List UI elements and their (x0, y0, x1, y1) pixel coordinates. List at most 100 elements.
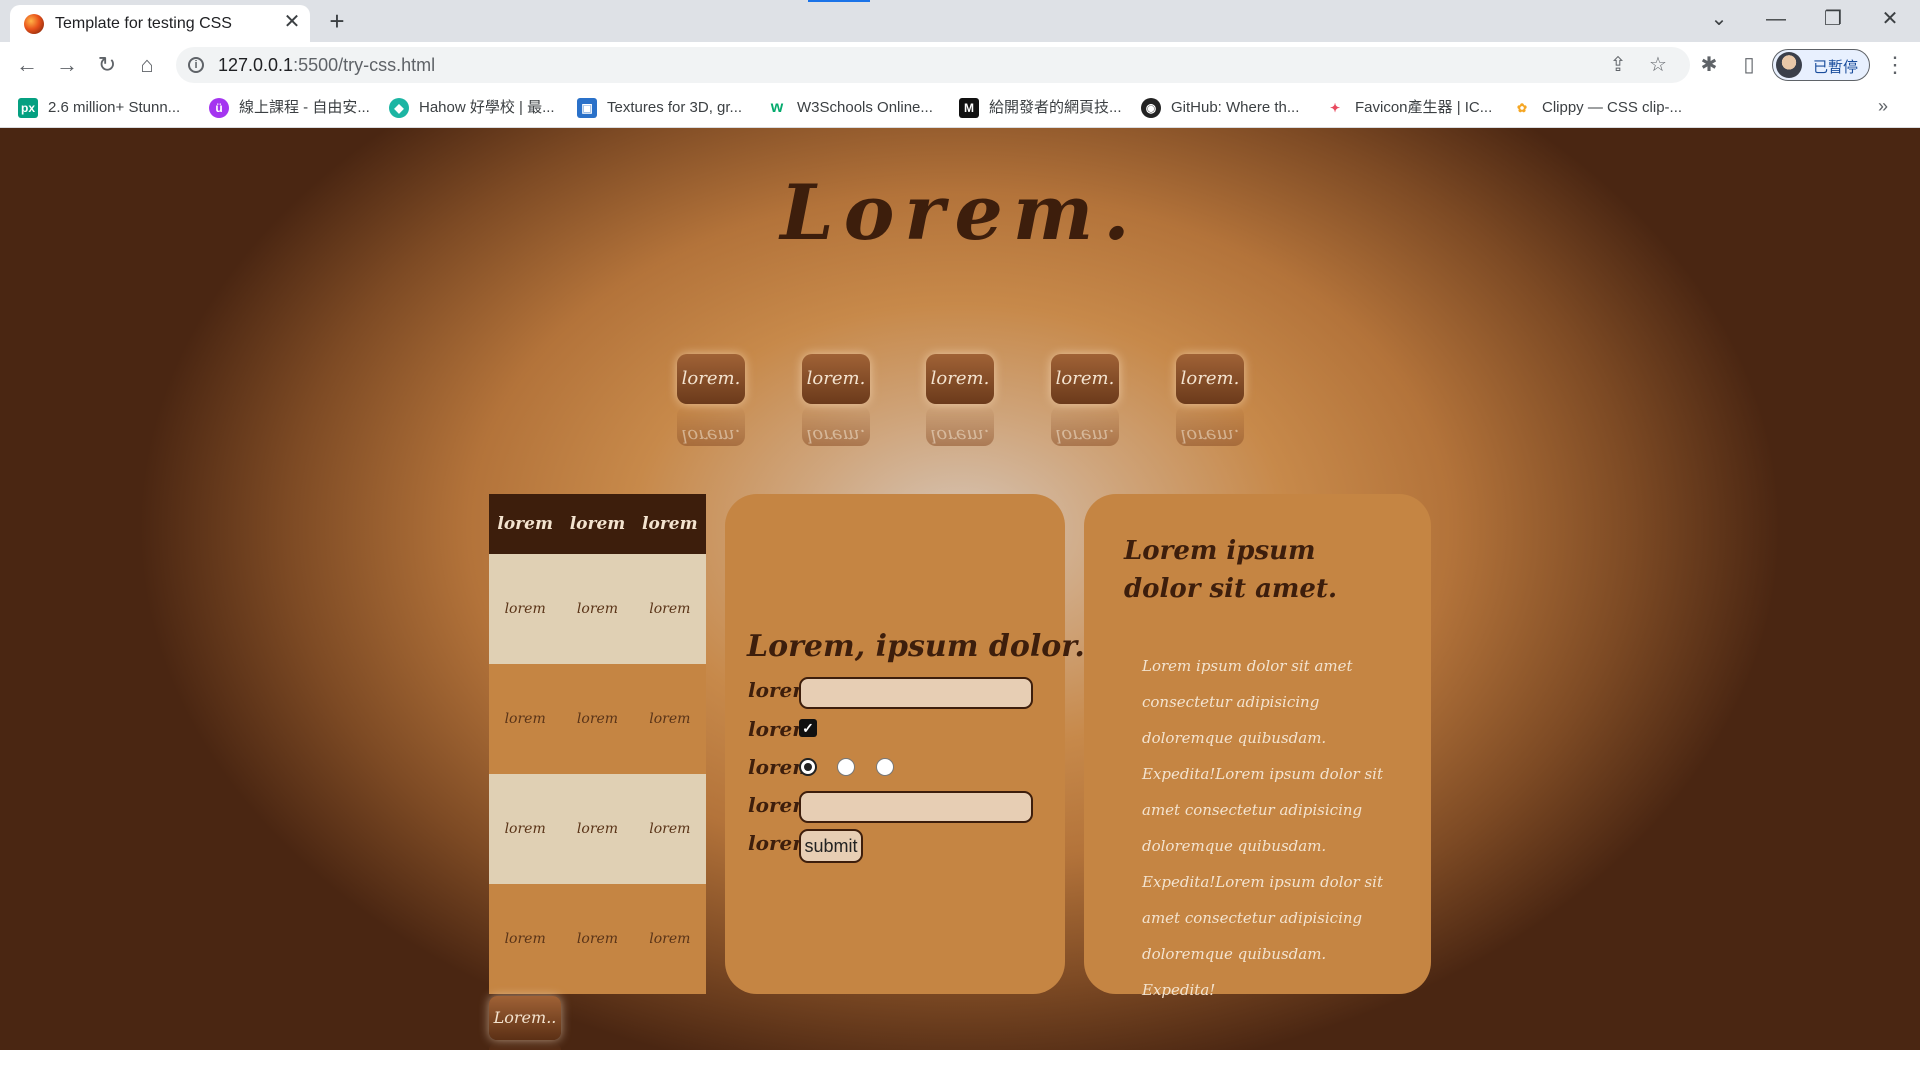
tab-title: Template for testing CSS (55, 15, 232, 32)
profile-status: 已暫停 (1813, 59, 1859, 76)
profile-button[interactable]: 已暫停 (1772, 49, 1870, 81)
bookmark-item[interactable]: ◉ GitHub: Where th... (1141, 96, 1299, 120)
table-cell: lorem (633, 664, 706, 774)
bookmark-label: Favicon產生器 | IC... (1355, 99, 1493, 116)
mdn-icon: M (959, 98, 979, 119)
bookmark-item[interactable]: ▣ Textures for 3D, gr... (577, 96, 742, 120)
table-cell: lorem (561, 664, 634, 774)
bookmark-label: Hahow 好學校 | 最... (419, 99, 555, 116)
new-tab-button[interactable]: + (322, 6, 352, 36)
page-title: Lorem. (780, 168, 1140, 257)
radio-option-2[interactable] (837, 758, 855, 776)
bookmark-item[interactable]: ✦ Favicon產生器 | IC... (1325, 96, 1492, 120)
more-bookmarks-icon[interactable]: » (1878, 96, 1888, 117)
restore-button[interactable]: ❐ (1813, 4, 1853, 34)
site-info-icon[interactable]: i (188, 57, 204, 73)
radio-option-3[interactable] (876, 758, 894, 776)
text-input-1[interactable] (799, 677, 1033, 709)
tab-search-icon[interactable]: ⌄ (1699, 4, 1739, 34)
extensions-icon[interactable]: ✱ (1694, 50, 1724, 80)
text-card-body: Lorem ipsum dolor sit amet consectetur a… (1142, 657, 1383, 999)
url-host: 127.0.0.1 (218, 55, 294, 75)
table-header-row: lorem lorem lorem (489, 494, 706, 554)
table-row: lorem lorem lorem (489, 554, 706, 664)
loading-indicator (808, 0, 870, 2)
close-window-button[interactable]: ✕ (1870, 4, 1910, 34)
menu-icon[interactable]: ⋮ (1880, 50, 1910, 80)
side-panel-icon[interactable]: ▯ (1734, 50, 1764, 80)
github-icon: ◉ (1141, 98, 1161, 119)
nav-button-4[interactable]: lorem. (1051, 354, 1119, 404)
avatar (1776, 52, 1802, 78)
table-cell: lorem (489, 664, 562, 774)
bookmark-item[interactable]: ✿ Clippy — CSS clip-... (1512, 96, 1682, 120)
bookmark-item[interactable]: ◆ Hahow 好學校 | 最... (389, 96, 555, 120)
clippy-icon: ✿ (1512, 98, 1532, 119)
bookmark-star-icon[interactable]: ☆ (1646, 53, 1670, 77)
bookmark-label: 線上課程 - 自由安... (239, 99, 370, 116)
page-viewport: Lorem. lorem. lorem. lorem. lorem. lorem… (0, 128, 1920, 1080)
nav-button-1[interactable]: lorem. (677, 354, 745, 404)
back-arrow-icon[interactable]: ← (12, 50, 42, 80)
home-icon[interactable]: ⌂ (132, 50, 162, 80)
bookmarks-bar: px 2.6 million+ Stunn... ü 線上課程 - 自由安... ◆… (0, 88, 1920, 128)
data-table: lorem lorem lorem lorem lorem lorem lore… (489, 494, 706, 994)
table-cell: lorem (633, 884, 706, 994)
table-cell: lorem (561, 554, 634, 664)
back-button[interactable]: Lorem.. (489, 996, 561, 1040)
bookmark-item[interactable]: px 2.6 million+ Stunn... (18, 96, 180, 120)
nav-button-reflection: lorem. (1176, 406, 1244, 446)
nav-button-2[interactable]: lorem. (802, 354, 870, 404)
nav-button-5[interactable]: lorem. (1176, 354, 1244, 404)
table-cell: lorem (561, 884, 634, 994)
bookmark-label: W3Schools Online... (797, 99, 933, 116)
table-cell: lorem (489, 774, 562, 884)
address-bar[interactable]: i 127.0.0.1:5500/try-css.html ⇪ ☆ (176, 47, 1690, 83)
text-card-heading: Lorem ipsum dolor sit amet. (1124, 536, 1338, 604)
bookmark-item[interactable]: M 給開發者的網頁技... (959, 96, 1122, 120)
checkbox[interactable]: ✓ (799, 719, 817, 737)
udemy-icon: ü (209, 98, 229, 119)
url-path: :5500/try-css.html (293, 55, 436, 75)
bookmark-label: Textures for 3D, gr... (607, 99, 743, 116)
textures-icon: ▣ (577, 98, 597, 119)
table-header-cell: lorem (489, 494, 562, 554)
submit-button[interactable]: submit (799, 829, 863, 863)
text-card: Lorem ipsum dolor sit amet. Lorem ipsum … (1084, 494, 1431, 999)
table-cell: lorem (633, 774, 706, 884)
share-icon[interactable]: ⇪ (1606, 53, 1630, 77)
w3schools-icon: w (767, 98, 787, 119)
tab-strip: Template for testing CSS ✕ + ⌄ — ❐ ✕ (0, 0, 1920, 42)
form-card: Lorem, ipsum dolor. lorem lorem ✓ lorem … (725, 494, 1085, 994)
text-input-2[interactable] (799, 791, 1033, 823)
nav-button-3[interactable]: lorem. (926, 354, 994, 404)
table-header-cell: lorem (561, 494, 634, 554)
nav-button-reflection: lorem. (802, 406, 870, 446)
form-title: Lorem, ipsum dolor. (747, 629, 1085, 664)
reload-icon[interactable]: ↻ (92, 50, 122, 80)
close-tab-icon[interactable]: ✕ (280, 10, 304, 34)
nav-button-reflection: lorem. (926, 406, 994, 446)
radio-option-1[interactable] (799, 758, 817, 776)
table-row: lorem lorem lorem (489, 774, 706, 884)
bookmark-label: Clippy — CSS clip-... (1542, 99, 1683, 116)
favicon-icon: ✦ (1325, 98, 1345, 119)
table-row: lorem lorem lorem (489, 884, 706, 994)
hahow-icon: ◆ (389, 98, 409, 119)
nav-button-reflection: lorem. (677, 406, 745, 446)
pexels-icon: px (18, 98, 38, 119)
bookmark-item[interactable]: ü 線上課程 - 自由安... (209, 96, 370, 120)
table-row: lorem lorem lorem (489, 664, 706, 774)
browser-tab[interactable]: Template for testing CSS ✕ (10, 5, 310, 42)
minimize-button[interactable]: — (1756, 4, 1796, 34)
table-cell: lorem (489, 554, 562, 664)
nav-button-reflection: lorem. (1051, 406, 1119, 446)
bookmark-item[interactable]: w W3Schools Online... (767, 96, 933, 120)
table-header-cell: lorem (633, 494, 706, 554)
favicon-icon (24, 14, 44, 34)
url-text[interactable]: 127.0.0.1:5500/try-css.html (218, 55, 435, 76)
table-cell: lorem (561, 774, 634, 884)
bookmark-label: 給開發者的網頁技... (989, 99, 1122, 116)
forward-arrow-icon[interactable]: → (52, 50, 82, 80)
bookmark-label: GitHub: Where th... (1171, 99, 1300, 116)
